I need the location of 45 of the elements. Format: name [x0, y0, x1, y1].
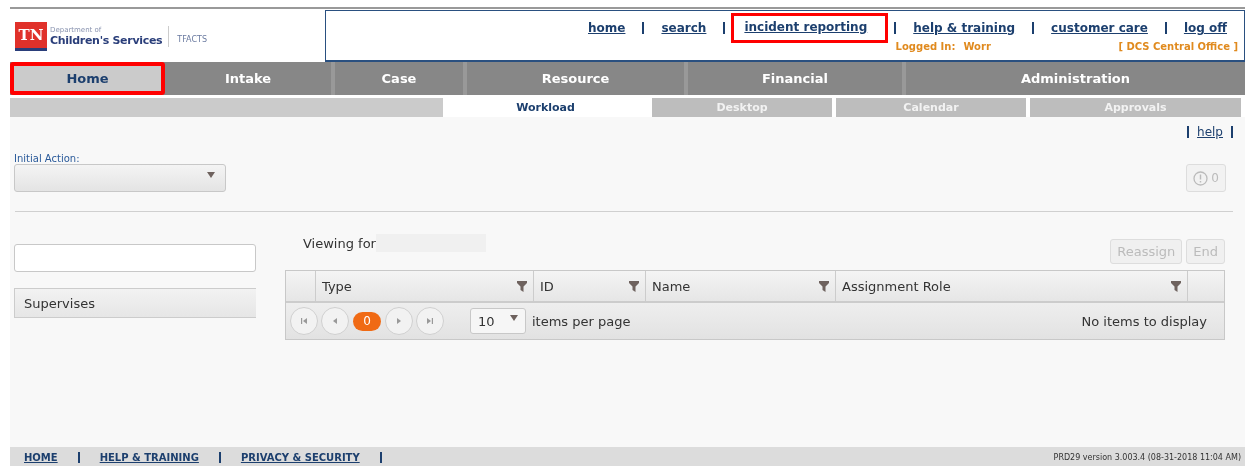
- header-link[interactable]: home: [577, 14, 637, 42]
- filter-icon: [1171, 280, 1181, 292]
- column-header[interactable]: ID: [540, 278, 554, 294]
- pager-button[interactable]: [321, 307, 349, 335]
- footer-link[interactable]: HELP & TRAINING: [99, 452, 199, 463]
- filter-icon: [819, 280, 829, 292]
- pager-button[interactable]: [385, 307, 413, 335]
- help-link[interactable]: help: [1197, 125, 1223, 139]
- app-name: TFACTS: [177, 35, 207, 44]
- header-link[interactable]: incident reporting: [731, 13, 889, 43]
- header-link[interactable]: search: [650, 14, 718, 42]
- viewing-label: Viewing for: [303, 235, 376, 251]
- supervises-item[interactable]: Supervises: [14, 288, 256, 318]
- header-link[interactable]: customer care: [1040, 14, 1159, 42]
- initial-action-dropdown[interactable]: [14, 164, 226, 192]
- version-text: PRD29 version 3.003.4 (08-31-2018 11:04 AM): [1053, 453, 1242, 462]
- first-page-icon: [300, 317, 308, 325]
- pager-button[interactable]: [416, 307, 444, 335]
- page-size-label: items per page: [532, 313, 631, 329]
- header-link[interactable]: log off: [1172, 14, 1238, 42]
- page-size-dropdown[interactable]: 10: [470, 308, 526, 334]
- alert-icon: [1193, 170, 1209, 186]
- filter-icon: [517, 280, 527, 292]
- column-header[interactable]: Assignment Role: [842, 278, 951, 294]
- nav-tab[interactable]: Home: [10, 62, 165, 95]
- footer-link[interactable]: PRIVACY & SECURITY: [240, 452, 360, 463]
- logged-in-label: Logged In:: [895, 41, 956, 52]
- next-page-icon: [395, 317, 403, 325]
- column-header[interactable]: Name: [652, 278, 691, 294]
- logged-in-user: Worr: [963, 41, 992, 52]
- caret-icon: [207, 172, 215, 178]
- caret-icon: [510, 315, 518, 321]
- last-page-icon: [426, 317, 434, 325]
- filter-icon: [629, 280, 639, 292]
- pager-button[interactable]: [290, 307, 318, 335]
- field-label: Initial Action:: [14, 153, 81, 164]
- footer-link[interactable]: HOME: [24, 452, 58, 463]
- column-header[interactable]: Type: [322, 278, 352, 294]
- search-field[interactable]: [14, 244, 256, 272]
- logo-badge: TN: [15, 22, 47, 51]
- header-link[interactable]: help & training: [902, 14, 1027, 42]
- previous-page-icon: [331, 317, 339, 325]
- empty-message: No items to display: [1081, 313, 1208, 329]
- logo-title: Children's Services: [50, 34, 163, 47]
- office-name: [ DCS Central Office ]: [1118, 41, 1238, 52]
